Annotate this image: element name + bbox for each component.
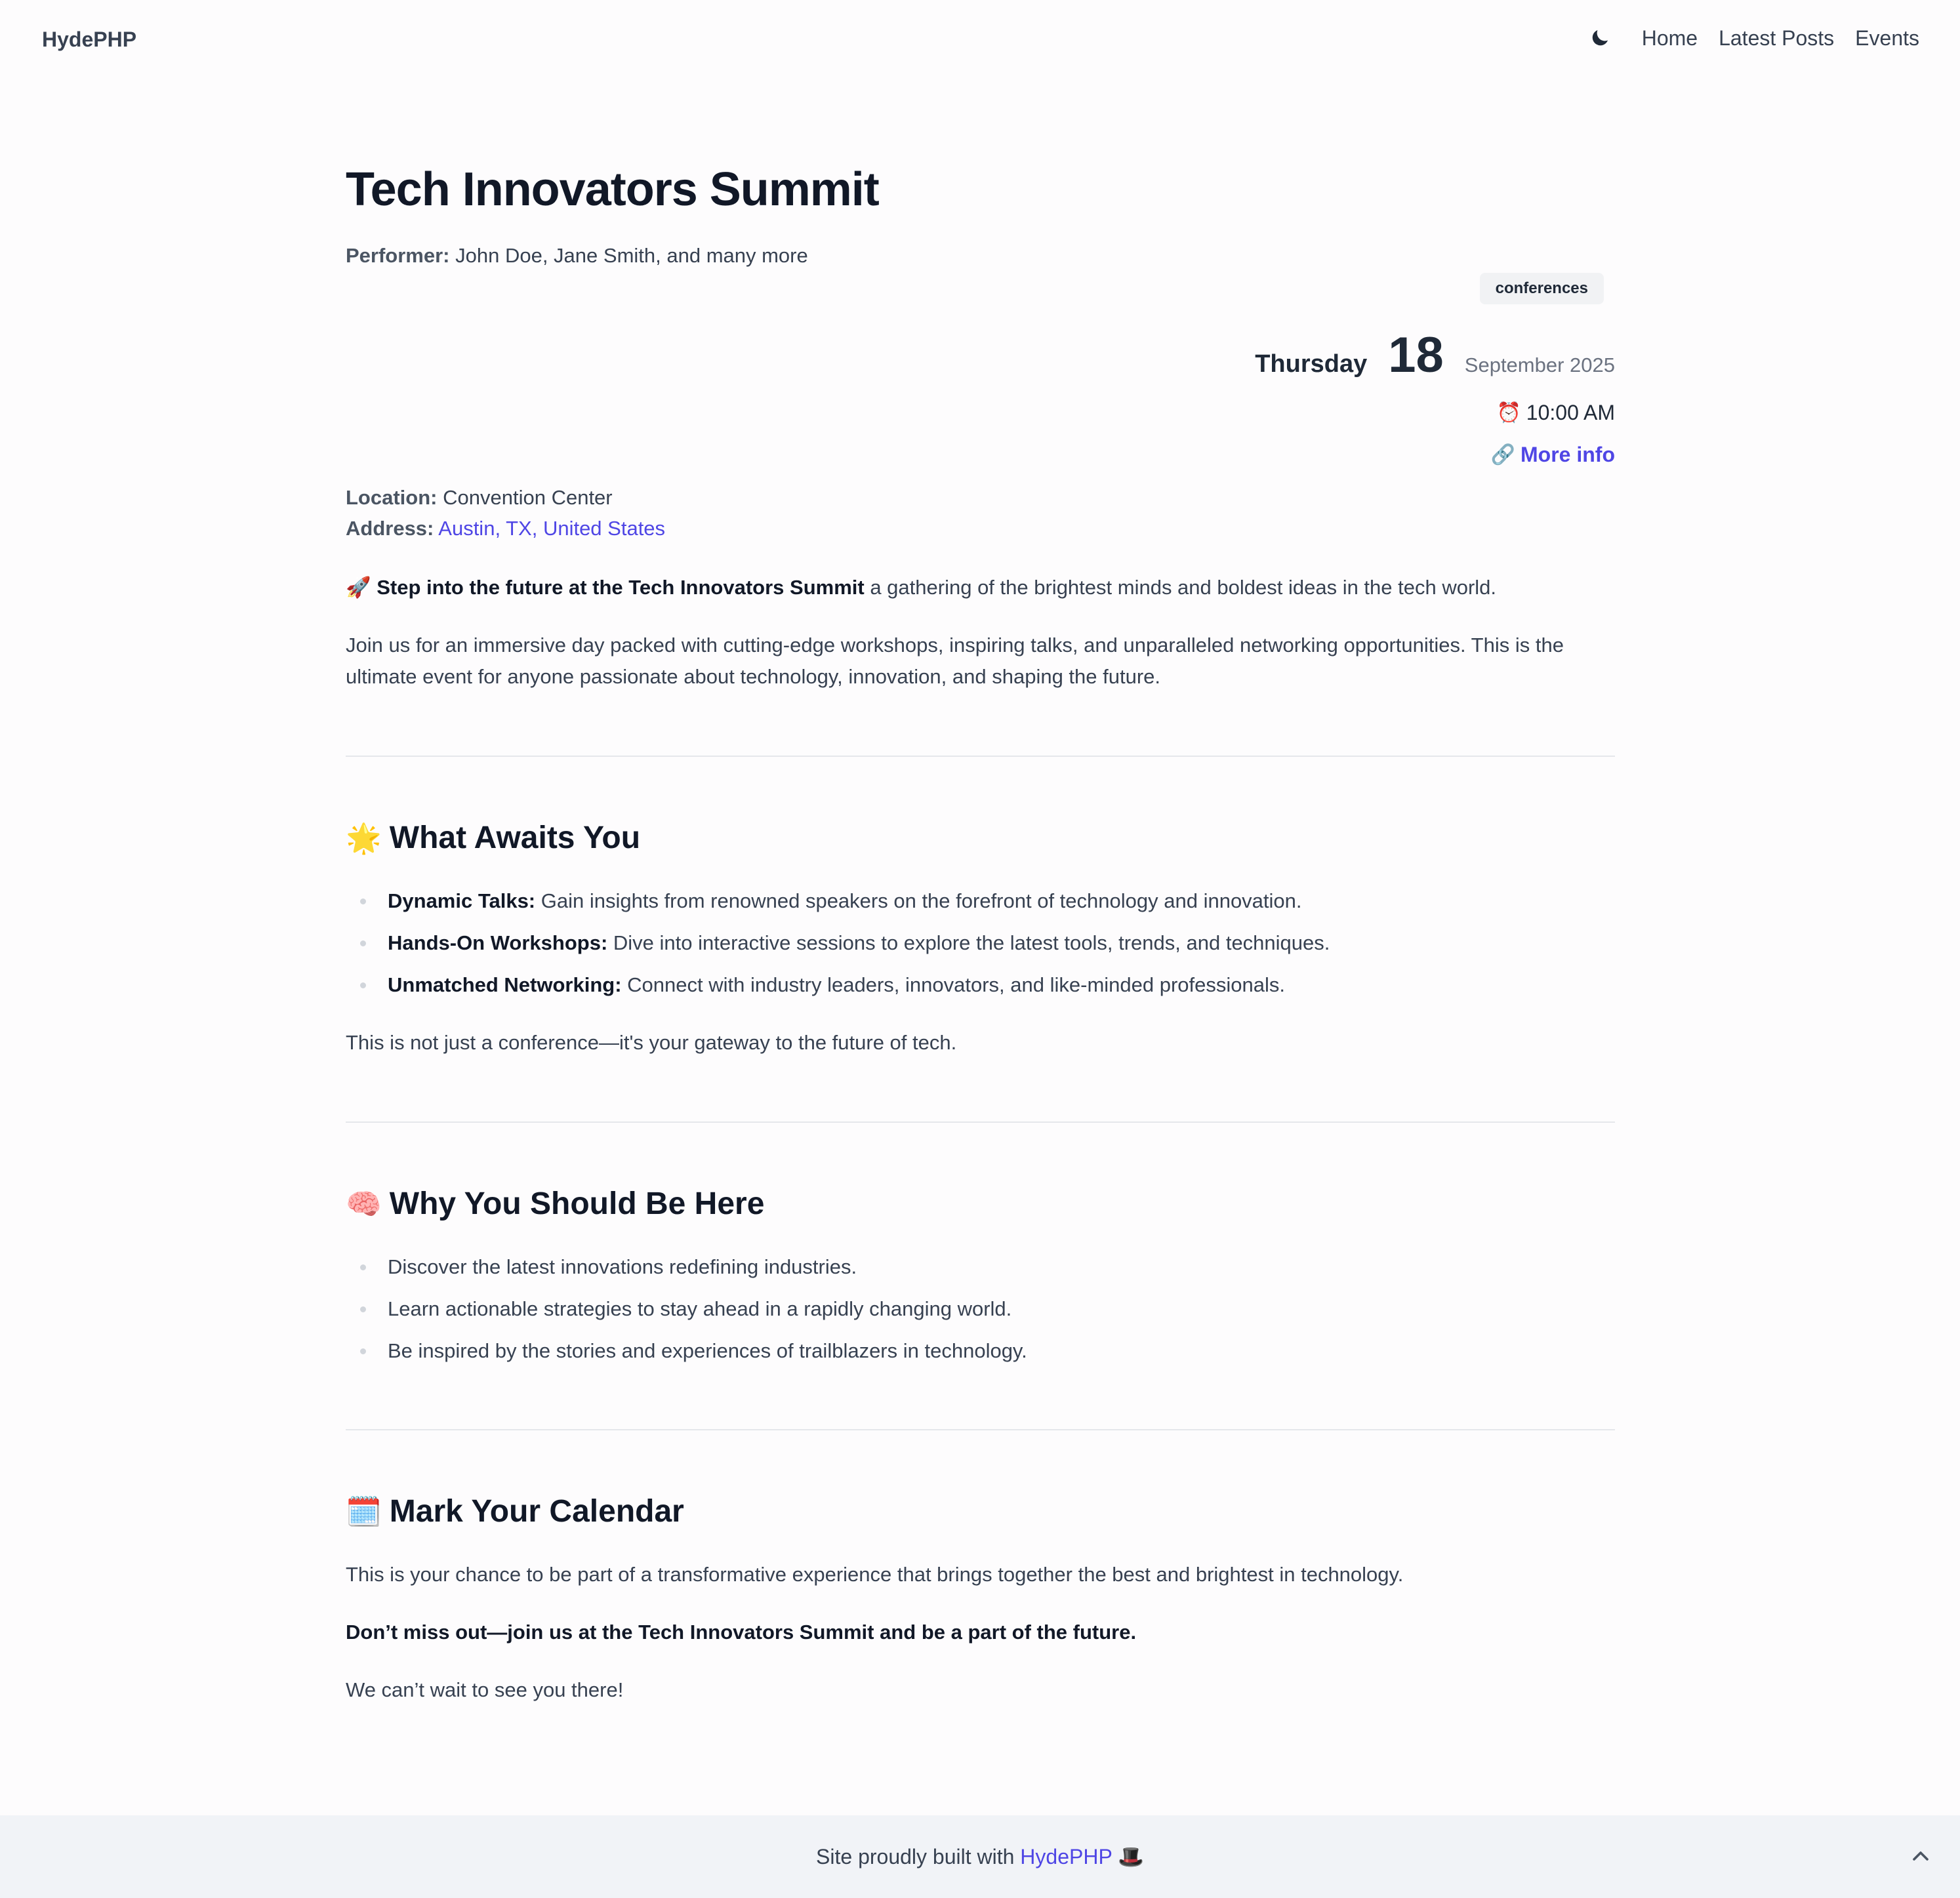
footer-prefix: Site proudly built with	[816, 1845, 1021, 1868]
list-item: Hands-On Workshops: Dive into interactiv…	[346, 927, 1330, 969]
intro-bold: Step into the future at the Tech Innovat…	[377, 576, 865, 599]
site-header: HydePHP Home Latest Posts Events	[0, 0, 1960, 85]
heading-text: Why You Should Be Here	[389, 1186, 765, 1221]
section-heading-what-awaits: 🌟 What Awaits You	[346, 820, 640, 856]
category-tag[interactable]: conferences	[1479, 273, 1604, 304]
date-month-year: September 2025	[1464, 353, 1615, 376]
list-item: Learn actionable strategies to stay ahea…	[346, 1293, 1027, 1335]
intro-paragraph-2: Join us for an immersive day packed with…	[346, 634, 1564, 688]
calendar-paragraph-2: Don’t miss out—join us at the Tech Innov…	[346, 1621, 1137, 1644]
glowing-star-icon: 🌟	[346, 822, 382, 855]
heading-text: What Awaits You	[389, 820, 641, 855]
performer-line: Performer: John Doe, Jane Smith, and man…	[346, 244, 808, 268]
top-hat-icon: 🎩	[1118, 1845, 1144, 1868]
date-day-number: 18	[1388, 327, 1444, 383]
divider	[346, 1121, 1615, 1123]
item-bold: Hands-On Workshops:	[388, 931, 608, 954]
what-awaits-list: Dynamic Talks: Gain insights from renown…	[346, 885, 1330, 1011]
item-bold: Unmatched Networking:	[388, 973, 622, 996]
footer-credit: Site proudly built with HydePHP 🎩	[0, 1844, 1960, 1869]
link-icon: 🔗	[1490, 444, 1516, 466]
divider	[346, 756, 1615, 757]
event-date: Thursday 18 September 2025	[1255, 327, 1615, 384]
divider	[346, 1429, 1615, 1430]
chevron-up-icon	[1913, 1851, 1929, 1861]
section-heading-calendar: 🗓️ Mark Your Calendar	[346, 1493, 684, 1529]
back-to-top-button[interactable]	[1908, 1843, 1934, 1869]
section-heading-why-here: 🧠 Why You Should Be Here	[346, 1186, 764, 1222]
item-text: Dive into interactive sessions to explor…	[607, 931, 1330, 954]
item-bold: Dynamic Talks:	[388, 889, 536, 912]
performer-label: Performer:	[346, 244, 450, 267]
list-item: Dynamic Talks: Gain insights from renown…	[346, 885, 1330, 927]
item-text: Connect with industry leaders, innovator…	[621, 973, 1285, 996]
nav-latest-posts[interactable]: Latest Posts	[1719, 26, 1834, 50]
footer-hydephp-link[interactable]: HydePHP	[1020, 1845, 1112, 1868]
calendar-paragraph-1: This is your chance to be part of a tran…	[346, 1563, 1404, 1586]
nav-home[interactable]: Home	[1642, 26, 1698, 50]
brand-logo[interactable]: HydePHP	[42, 28, 136, 52]
address-label: Address:	[346, 517, 434, 540]
site-footer: Site proudly built with HydePHP 🎩	[0, 1815, 1960, 1898]
date-weekday: Thursday	[1255, 350, 1368, 378]
location-line: Location: Convention Center	[346, 486, 613, 510]
event-title: Tech Innovators Summit	[346, 163, 880, 216]
list-item: Discover the latest innovations redefini…	[346, 1251, 1027, 1293]
more-info-link[interactable]: More info	[1521, 443, 1615, 467]
address-line: Address: Austin, TX, United States	[346, 517, 665, 540]
calendar-paragraph-3: We can’t wait to see you there!	[346, 1678, 624, 1701]
performer-value: John Doe, Jane Smith, and many more	[455, 244, 808, 267]
brain-icon: 🧠	[346, 1188, 382, 1221]
nav-events[interactable]: Events	[1855, 26, 1919, 50]
heading-text: Mark Your Calendar	[389, 1494, 684, 1529]
location-label: Location:	[346, 486, 438, 509]
location-value: Convention Center	[443, 486, 613, 509]
address-link[interactable]: Austin, TX, United States	[438, 517, 665, 540]
time-value: 10:00 AM	[1526, 401, 1615, 424]
intro-paragraph: 🚀 Step into the future at the Tech Innov…	[346, 572, 1615, 603]
calendar-icon: 🗓️	[346, 1495, 382, 1528]
list-item: Unmatched Networking: Connect with indus…	[346, 969, 1330, 1011]
main-nav: Home Latest Posts Events	[1587, 25, 1919, 51]
why-here-list: Discover the latest innovations redefini…	[346, 1251, 1027, 1377]
more-info-row: 🔗 More info	[1491, 443, 1615, 467]
alarm-clock-icon: ⏰	[1496, 402, 1521, 424]
intro-text: a gathering of the brightest minds and b…	[864, 576, 1497, 599]
moon-icon	[1592, 30, 1608, 46]
rocket-icon: 🚀	[346, 576, 371, 599]
item-text: Gain insights from renowned speakers on …	[535, 889, 1302, 912]
theme-toggle-button[interactable]	[1587, 25, 1613, 51]
event-time: ⏰ 10:00 AM	[1496, 401, 1615, 425]
list-item: Be inspired by the stories and experienc…	[346, 1335, 1027, 1377]
section1-closing: This is not just a conference—it's your …	[346, 1031, 957, 1054]
